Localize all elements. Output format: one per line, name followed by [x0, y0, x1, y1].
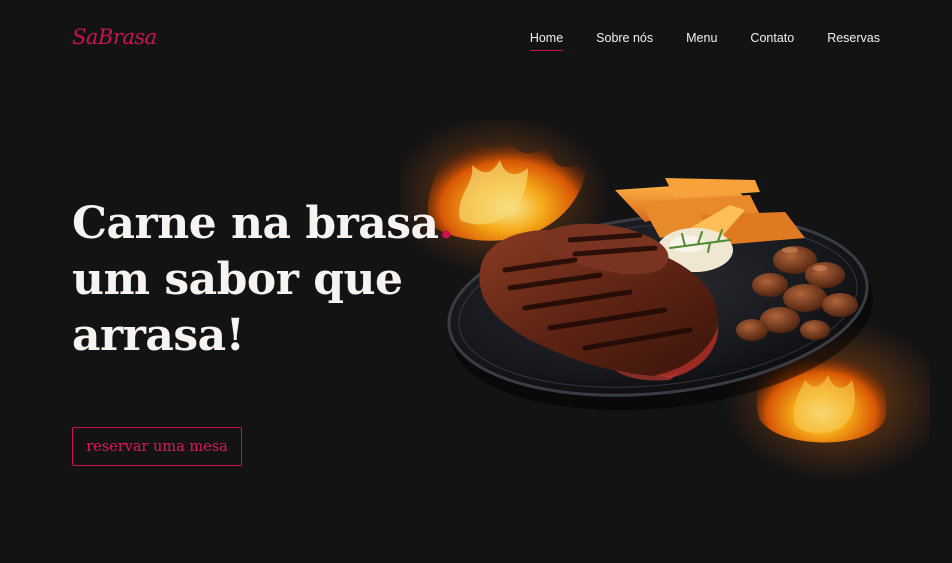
headline-line-1: Carne na brasa	[72, 198, 439, 249]
headline-line-2: um sabor que	[72, 254, 403, 305]
nav-item-reservas[interactable]: Reservas	[827, 31, 880, 51]
headline-line-3: arrasa!	[72, 310, 245, 361]
nav-item-home[interactable]: Home	[529, 31, 564, 51]
hero-headline: Carne na brasa. um sabor que arrasa!	[72, 196, 454, 364]
nav-item-contato[interactable]: Contato	[750, 31, 794, 51]
headline-accent-dot: .	[438, 198, 454, 249]
hero-food-image	[400, 120, 930, 480]
brand-logo[interactable]: SaBrasa	[72, 25, 157, 49]
landing-page: SaBrasa Home Sobre nós Menu Contato Rese…	[0, 0, 952, 563]
main-nav: Home Sobre nós Menu Contato Reservas	[529, 31, 880, 51]
nav-item-menu[interactable]: Menu	[686, 31, 717, 51]
reserve-table-button[interactable]: reservar uma mesa	[72, 427, 242, 466]
nav-item-sobre-nos[interactable]: Sobre nós	[596, 31, 653, 51]
